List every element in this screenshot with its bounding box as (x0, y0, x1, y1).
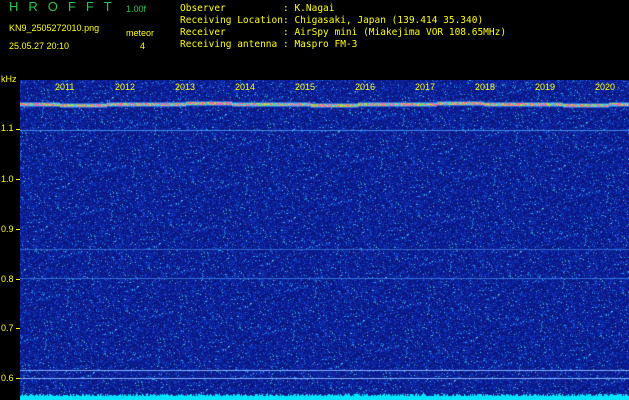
x-label-2018: 2018 (475, 82, 496, 92)
x-label-2016: 2016 (355, 82, 376, 92)
y-label-0.7: 0.7 (1, 323, 14, 333)
receiver-value: : AirSpy mini (Miakejima VOR 108.65MHz) (283, 27, 507, 38)
y-axis: 1.1 1.0 0.9 0.8 0.7 0.6 (0, 80, 20, 400)
app-title: H R O F F T (9, 0, 115, 14)
filename-label: KN9_2505272010.png (9, 23, 100, 33)
receiver-label: Receiver (180, 27, 226, 38)
datetime-label: 25.05.27 20:10 (9, 41, 70, 51)
x-label-2019: 2019 (535, 82, 556, 92)
location-label: Receiving Location (180, 15, 283, 26)
spectrogram (20, 80, 629, 400)
y-label-0.8: 0.8 (1, 274, 14, 284)
y-label-1.0: 1.0 (1, 174, 14, 184)
x-label-2012: 2012 (115, 82, 136, 92)
x-label-2013: 2013 (175, 82, 196, 92)
antenna-label: Receiving antenna (180, 39, 278, 50)
x-label-2017: 2017 (415, 82, 436, 92)
x-label-2015: 2015 (295, 82, 316, 92)
antenna-value: : Maspro FM-3 (283, 39, 358, 50)
meteor-count: 4 (140, 41, 146, 51)
location-value: : Chigasaki, Japan (139.414 35.340) (283, 15, 484, 26)
y-label-0.9: 0.9 (1, 224, 14, 234)
x-label-2014: 2014 (235, 82, 256, 92)
meteor-label: meteor (126, 28, 155, 38)
y-label-0.6: 0.6 (1, 373, 14, 383)
y-label-1.1: 1.1 (1, 123, 14, 133)
observer-label: Observer (180, 3, 226, 14)
observer-value: : K.Nagai (283, 3, 335, 14)
version-label: 1.00f (126, 4, 147, 14)
x-label-2011: 2011 (55, 82, 75, 92)
spectrogram-canvas (20, 80, 629, 400)
x-label-2020: 2020 (595, 82, 616, 92)
